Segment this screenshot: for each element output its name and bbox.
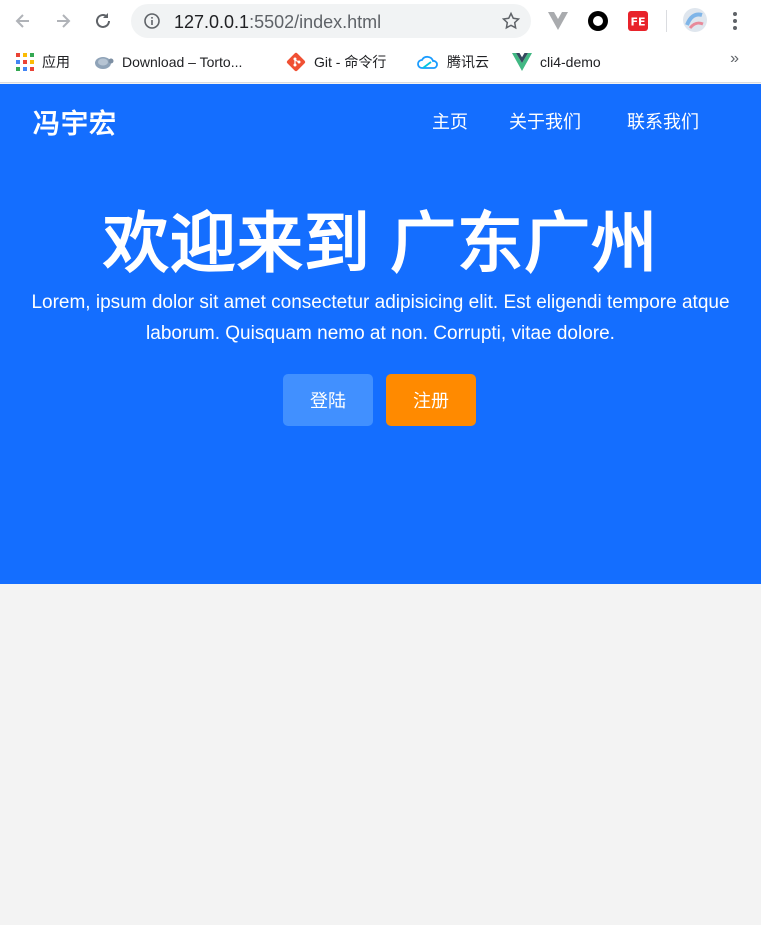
circle-extension-icon[interactable] — [586, 9, 610, 33]
address-bar[interactable]: 127.0.0.1:5502/index.html — [131, 4, 531, 38]
nav-link-about[interactable]: 关于我们 — [509, 108, 581, 134]
git-icon — [286, 52, 306, 72]
profile-avatar-icon[interactable] — [682, 7, 708, 33]
hero-section: 冯宇宏 主页 关于我们 联系我们 欢迎来到 广东广州 Lorem, ipsum … — [0, 84, 761, 584]
reload-button[interactable] — [88, 6, 118, 36]
bookmarks-overflow-button[interactable]: » — [730, 50, 739, 68]
bookmark-label: 腾讯云 — [447, 54, 489, 70]
bookmark-cli4-demo[interactable]: cli4-demo — [512, 51, 601, 73]
forward-button[interactable] — [48, 6, 78, 36]
brand-logo-text[interactable]: 冯宇宏 — [33, 102, 117, 141]
bookmark-apps[interactable]: 应用 — [16, 51, 70, 73]
arrow-right-icon — [57, 14, 71, 28]
bookmark-label: cli4-demo — [540, 54, 601, 70]
bookmark-download-tortoise[interactable]: Download – Torto... — [94, 51, 242, 73]
bookmark-label: Git - 命令行 — [314, 54, 387, 70]
hero-description: Lorem, ipsum dolor sit amet consectetur … — [31, 292, 730, 344]
hero-headline: 欢迎来到 广东广州 — [102, 206, 659, 280]
bookmark-tencent-cloud[interactable]: 腾讯云 — [417, 51, 489, 73]
register-button[interactable]: 注册 — [386, 374, 476, 426]
back-button[interactable] — [8, 6, 38, 36]
info-icon[interactable] — [143, 12, 161, 35]
tortoise-icon — [95, 57, 114, 69]
login-button[interactable]: 登陆 — [283, 374, 373, 426]
url-path: :5502/index.html — [249, 12, 382, 32]
url-text: 127.0.0.1:5502/index.html — [174, 12, 381, 33]
menu-icon[interactable] — [723, 9, 747, 33]
nav-link-home[interactable]: 主页 — [432, 108, 468, 134]
cloud-icon — [417, 55, 438, 69]
vue-devtools-icon[interactable] — [546, 9, 570, 33]
star-icon[interactable] — [501, 11, 521, 36]
browser-toolbar: 127.0.0.1:5502/index.html FE — [0, 0, 761, 42]
svg-text:FE: FE — [630, 16, 645, 29]
bookmark-label: Download – Torto... — [122, 54, 243, 70]
reload-icon — [96, 13, 110, 28]
bookmarks-bar: 应用 Download – Torto... Git - 命令行 腾讯云 cli… — [0, 42, 761, 83]
url-host: 127.0.0.1 — [174, 12, 250, 32]
nav-link-contact[interactable]: 联系我们 — [627, 108, 699, 134]
page-body — [0, 584, 761, 925]
vue-icon — [512, 53, 532, 71]
bookmark-label: 应用 — [42, 54, 70, 70]
arrow-left-icon — [15, 14, 29, 28]
apps-grid-icon — [16, 53, 34, 71]
fe-extension-icon[interactable]: FE — [626, 9, 650, 33]
toolbar-separator — [666, 10, 667, 32]
bookmark-git[interactable]: Git - 命令行 — [286, 51, 386, 73]
